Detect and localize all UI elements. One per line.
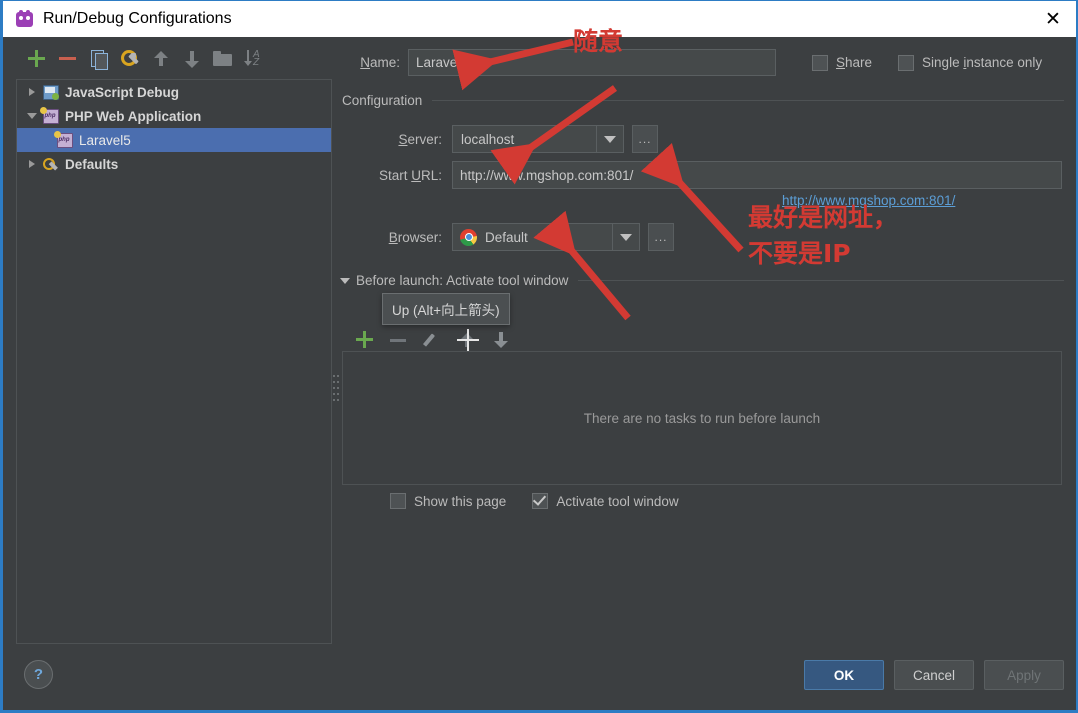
tree-node-php-web-application[interactable]: php PHP Web Application (17, 104, 331, 128)
browser-browse-button[interactable]: ... (648, 223, 674, 251)
empty-task-message: There are no tasks to run before launch (583, 410, 821, 426)
name-input[interactable] (408, 49, 776, 76)
before-launch-options: Show this page Activate tool window (354, 493, 679, 509)
php-web-icon: php (40, 107, 59, 124)
tree-node-label: PHP Web Application (65, 108, 202, 124)
create-folder-button[interactable] (210, 46, 236, 72)
share-checkbox-box[interactable] (812, 54, 828, 71)
move-task-down-button[interactable] (488, 327, 514, 353)
ok-button[interactable]: OK (804, 660, 884, 690)
tree-node-label: Defaults (65, 156, 119, 172)
tree-toolbar: AZ (14, 41, 332, 77)
tree-node-javascript-debug[interactable]: JavaScript Debug (17, 80, 331, 104)
copy-configuration-button[interactable] (86, 46, 112, 72)
browser-combobox[interactable]: Default (452, 223, 640, 251)
dialog-buttons: OK Cancel Apply (804, 660, 1064, 690)
before-launch-title: Before launch: Activate tool window (356, 273, 569, 288)
before-launch-task-list[interactable]: There are no tasks to run before launch (342, 351, 1062, 485)
chevron-down-icon[interactable] (340, 277, 350, 284)
activate-tool-window-label: Activate tool window (556, 493, 679, 509)
name-row: Name: Share Single instance only (342, 49, 1066, 76)
chevron-right-icon[interactable] (23, 88, 41, 96)
chevron-down-icon[interactable] (612, 224, 639, 250)
name-label: Name: (360, 55, 400, 70)
share-checkbox[interactable]: Share (812, 54, 873, 71)
move-down-button[interactable] (179, 46, 205, 72)
server-combobox[interactable]: localhost (452, 125, 624, 153)
remove-task-button (386, 327, 412, 353)
close-icon[interactable]: ✕ (1030, 1, 1076, 38)
sort-configurations-button[interactable]: AZ (241, 46, 267, 72)
move-task-up-button[interactable] (454, 327, 480, 353)
configuration-section-title: Configuration (342, 93, 423, 108)
server-row: Server: localhost ... (342, 125, 658, 153)
show-this-page-checkbox[interactable]: Show this page (390, 493, 506, 509)
show-this-page-label: Show this page (414, 493, 507, 509)
single-instance-checkbox-box[interactable] (898, 54, 915, 71)
activate-tool-window-checkbox-box[interactable] (532, 493, 549, 509)
run-debug-configurations-dialog: Run/Debug Configurations ✕ AZ JavaScript… (0, 0, 1078, 713)
php-web-icon: php (54, 131, 73, 148)
add-task-button[interactable] (352, 327, 378, 353)
window-title: Run/Debug Configurations (43, 10, 232, 27)
section-divider (432, 100, 1064, 101)
server-browse-button[interactable]: ... (632, 125, 658, 153)
chevron-down-icon[interactable] (596, 126, 623, 152)
browser-row: Browser: Default ... (342, 223, 674, 251)
browser-label: Browser: (388, 229, 442, 245)
before-launch-toolbar (352, 327, 514, 353)
tree-node-label: Laravel5 (79, 132, 131, 148)
bug-icon (15, 9, 34, 29)
configurations-tree[interactable]: JavaScript Debug php PHP Web Application… (16, 79, 332, 644)
activate-tool-window-checkbox[interactable]: Activate tool window (532, 493, 679, 509)
edit-templates-button[interactable] (117, 46, 143, 72)
defaults-icon (41, 156, 59, 172)
title-bar: Run/Debug Configurations ✕ (3, 0, 1076, 37)
edit-task-button (420, 327, 446, 353)
cancel-button[interactable]: Cancel (894, 660, 974, 690)
chevron-right-icon[interactable] (23, 160, 41, 168)
tree-node-defaults[interactable]: Defaults (17, 152, 331, 176)
move-up-button[interactable] (148, 46, 174, 72)
apply-button[interactable]: Apply (984, 660, 1064, 690)
share-label: Share (836, 55, 873, 70)
chrome-icon (460, 228, 477, 246)
dialog-body: AZ JavaScript Debug php PHP Web Applicat… (6, 37, 1074, 707)
start-url-label: Start URL: (378, 167, 442, 183)
section-divider (578, 280, 1064, 281)
javascript-debug-icon (41, 84, 59, 100)
configuration-section-header: Configuration (342, 93, 1064, 108)
add-configuration-button[interactable] (24, 46, 50, 72)
chevron-down-icon[interactable] (23, 113, 41, 119)
server-value: localhost (461, 131, 515, 147)
start-url-link[interactable]: http://www.mgshop.com:801/ (782, 193, 955, 208)
before-launch-header[interactable]: Before launch: Activate tool window (340, 273, 1064, 288)
remove-configuration-button[interactable] (55, 46, 81, 72)
server-label: Server: (398, 131, 442, 147)
start-url-row: Start URL: (342, 161, 1064, 189)
tooltip: Up (Alt+向上箭头) (382, 293, 510, 325)
configurations-pane: AZ JavaScript Debug php PHP Web Applicat… (14, 41, 332, 644)
browser-value: Default (485, 229, 528, 245)
configuration-editor-pane: Name: Share Single instance only Configu… (340, 41, 1064, 644)
start-url-input[interactable] (452, 161, 1062, 189)
tree-node-laravel5[interactable]: php Laravel5 (17, 128, 331, 152)
show-this-page-checkbox-box[interactable] (390, 493, 406, 509)
pane-splitter[interactable] (333, 373, 340, 401)
help-button[interactable]: ? (24, 660, 53, 689)
single-instance-checkbox[interactable]: Single instance only (898, 54, 1043, 71)
tree-node-label: JavaScript Debug (65, 84, 180, 100)
single-instance-label: Single instance only (922, 55, 1043, 70)
